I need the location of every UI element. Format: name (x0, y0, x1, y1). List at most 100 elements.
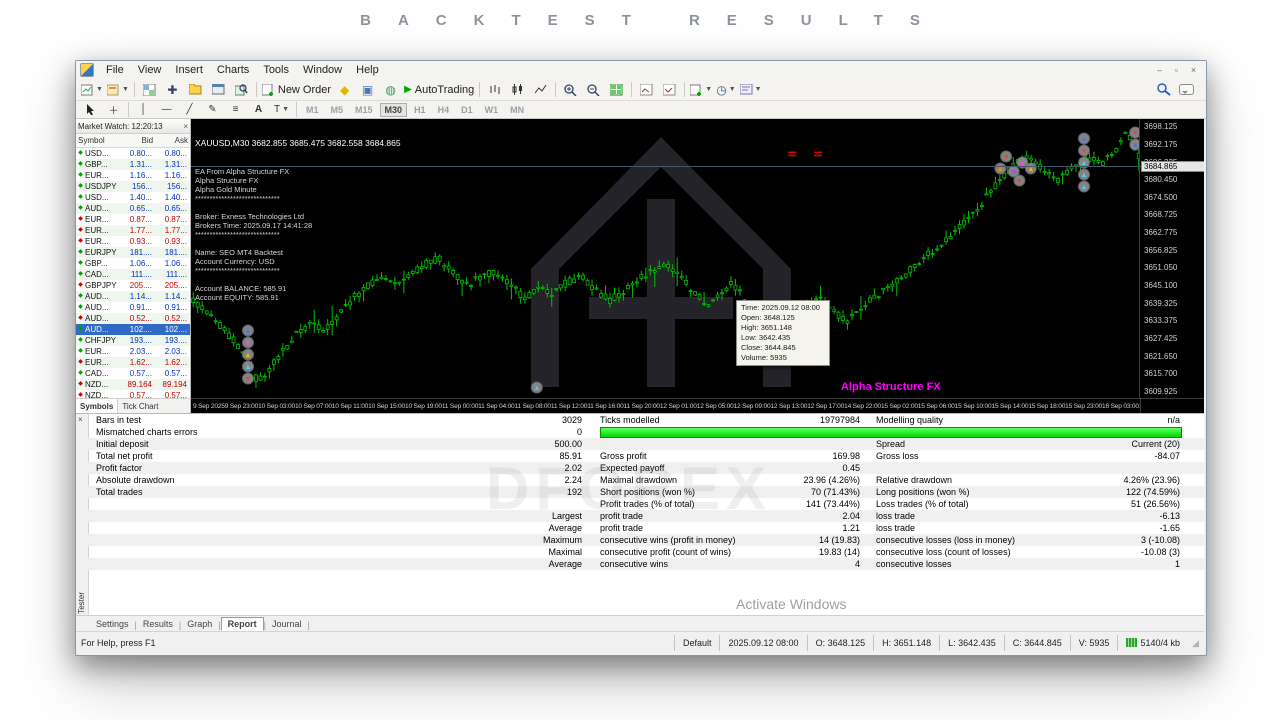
market-watch-row[interactable]: ◆NZD...89.16489.194 (76, 379, 190, 390)
search-button[interactable] (1153, 80, 1174, 100)
status-profile[interactable]: Default (674, 635, 720, 650)
chart-area[interactable]: XAUUSD,M30 3682.855 3685.475 3682.558 36… (191, 119, 1204, 413)
market-watch-row[interactable]: ◆USD...0.80...0.80... (76, 148, 190, 159)
close-icon[interactable]: × (183, 122, 188, 131)
market-watch-row[interactable]: ◆AUD...1.14...1.14... (76, 291, 190, 302)
timeframe-w1[interactable]: W1 (480, 103, 504, 117)
market-watch-row[interactable]: ◆CAD...111....111.... (76, 269, 190, 280)
market-watch-row[interactable]: ◆EUR...2.03...2.03... (76, 346, 190, 357)
symbol-cell: EURJPY (85, 247, 119, 258)
market-watch-row[interactable]: ◆AUD...0.52...0.52... (76, 313, 190, 324)
menu-item-insert[interactable]: Insert (168, 63, 210, 77)
market-watch-row[interactable]: ◆EUR...1.16...1.16... (76, 170, 190, 181)
menu-item-charts[interactable]: Charts (210, 63, 256, 77)
strategy-tester-button[interactable] (231, 80, 252, 100)
market-watch-row[interactable]: ◆CHFJPY193....193.... (76, 335, 190, 346)
print-button[interactable]: ▣ (357, 80, 378, 100)
column-header-symbol[interactable]: Symbol (76, 136, 120, 145)
market-watch-row[interactable]: ◆CAD...0.57...0.57... (76, 368, 190, 379)
report-cell: loss trade (876, 510, 915, 522)
fibonacci-tool[interactable]: ≡ (225, 100, 246, 120)
market-watch-row[interactable]: ◆AUD...102....102.... (76, 324, 190, 335)
tab-results[interactable]: Results (137, 618, 179, 630)
column-header-ask[interactable]: Ask (155, 136, 190, 145)
vline-tool[interactable]: │ (133, 100, 154, 120)
market-watch-row[interactable]: ◆EURJPY181....181.... (76, 247, 190, 258)
arrange-1-button[interactable] (636, 80, 657, 100)
zoom-in-button[interactable] (560, 80, 581, 100)
menu-item-tools[interactable]: Tools (256, 63, 296, 77)
minimize-button[interactable]: – (1151, 65, 1168, 75)
menu-item-help[interactable]: Help (349, 63, 386, 77)
templates-button[interactable]: ▼ (739, 80, 763, 100)
new-chart-button[interactable]: ▼ (80, 80, 104, 100)
close-button[interactable]: × (1185, 65, 1202, 75)
tab-report[interactable]: Report (221, 617, 264, 631)
market-watch-row[interactable]: ◆AUD...0.65...0.65... (76, 203, 190, 214)
market-watch-row[interactable]: ◆GBP...1.06...1.06... (76, 258, 190, 269)
timeframe-m1[interactable]: M1 (301, 103, 324, 117)
arrange-2-button[interactable] (659, 80, 680, 100)
bar-chart-button[interactable] (484, 80, 505, 100)
market-watch-row[interactable]: ◆NZD...0.57...0.57... (76, 390, 190, 398)
timeframe-d1[interactable]: D1 (456, 103, 478, 117)
time-axis[interactable]: 9 Sep 20259 Sep 23:0010 Sep 03:0010 Sep … (191, 398, 1141, 413)
channel-tool[interactable]: ✎ (202, 100, 223, 120)
data-window-button[interactable]: ✚ (162, 80, 183, 100)
market-watch-row[interactable]: ◆USDJPY156...156... (76, 181, 190, 192)
resize-grip[interactable]: ◢ (1192, 638, 1202, 648)
line-chart-button[interactable] (530, 80, 551, 100)
market-watch-row[interactable]: ◆GBP...1.31...1.31... (76, 159, 190, 170)
timeframe-m15[interactable]: M15 (350, 103, 378, 117)
market-watch-row[interactable]: ◆USD...1.40...1.40... (76, 192, 190, 203)
price-axis[interactable]: 3698.1253692.1753686.2253680.4503674.500… (1139, 119, 1204, 398)
market-watch-row[interactable]: ◆EUR...0.87...0.87... (76, 214, 190, 225)
market-watch-row[interactable]: ◆EUR...1.77...1.77... (76, 225, 190, 236)
menu-item-view[interactable]: View (131, 63, 169, 77)
periods-button[interactable]: ◷▼ (715, 80, 736, 100)
zoom-out-button[interactable] (583, 80, 604, 100)
trendline-tool[interactable]: ╱ (179, 100, 200, 120)
timeframe-mn[interactable]: MN (505, 103, 529, 117)
svg-text:▲: ▲ (1081, 136, 1088, 143)
market-watch-row[interactable]: ◆GBPJPY205....205.... (76, 280, 190, 291)
menu-item-window[interactable]: Window (296, 63, 349, 77)
down-arrow-icon: ◆ (76, 225, 85, 236)
chat-button[interactable] (1176, 80, 1197, 100)
tile-windows-button[interactable] (606, 80, 627, 100)
column-header-bid[interactable]: Bid (120, 136, 155, 145)
tab-settings[interactable]: Settings (90, 618, 135, 630)
timeframe-h4[interactable]: H4 (433, 103, 455, 117)
market-watch-row[interactable]: ◆AUD...0.91...0.91... (76, 302, 190, 313)
navigator-button[interactable] (185, 80, 206, 100)
tab-tick-chart[interactable]: Tick Chart (118, 402, 162, 411)
autotrading-button[interactable]: ▶AutoTrading (403, 80, 475, 100)
candlestick-button[interactable] (507, 80, 528, 100)
cursor-tool[interactable] (80, 100, 101, 120)
arrows-tool[interactable]: T▼ (271, 100, 292, 120)
timeframe-m30[interactable]: M30 (380, 103, 408, 117)
tab-graph[interactable]: Graph (181, 618, 218, 630)
tab-journal[interactable]: Journal (266, 618, 308, 630)
tab-symbols[interactable]: Symbols (76, 399, 118, 413)
close-icon[interactable]: × (78, 415, 83, 424)
restore-button[interactable]: ▫ (1168, 65, 1185, 75)
timeframe-h1[interactable]: H1 (409, 103, 431, 117)
market-watch-button[interactable] (139, 80, 160, 100)
market-watch-row[interactable]: ◆EUR...0.93...0.93... (76, 236, 190, 247)
community-button[interactable]: ◍ (380, 80, 401, 100)
timeframe-m5[interactable]: M5 (326, 103, 349, 117)
metaeditor-button[interactable]: ◆ (334, 80, 355, 100)
market-watch-row[interactable]: ◆EUR...1.62...1.62... (76, 357, 190, 368)
profiles-button[interactable]: ▼ (106, 80, 130, 100)
terminal-button[interactable] (208, 80, 229, 100)
report-cell: Absolute drawdown (96, 474, 175, 486)
menu-item-file[interactable]: File (99, 63, 131, 77)
hline-tool[interactable]: — (156, 100, 177, 120)
text-tool[interactable]: A (248, 100, 269, 120)
report-cell: Ticks modelled (600, 414, 660, 426)
indicators-button[interactable]: ▼ (689, 80, 713, 100)
crosshair-tool[interactable]: ＋ (103, 100, 124, 120)
new-order-button[interactable]: New Order (261, 80, 332, 100)
report-cell: 1 (984, 558, 1180, 570)
